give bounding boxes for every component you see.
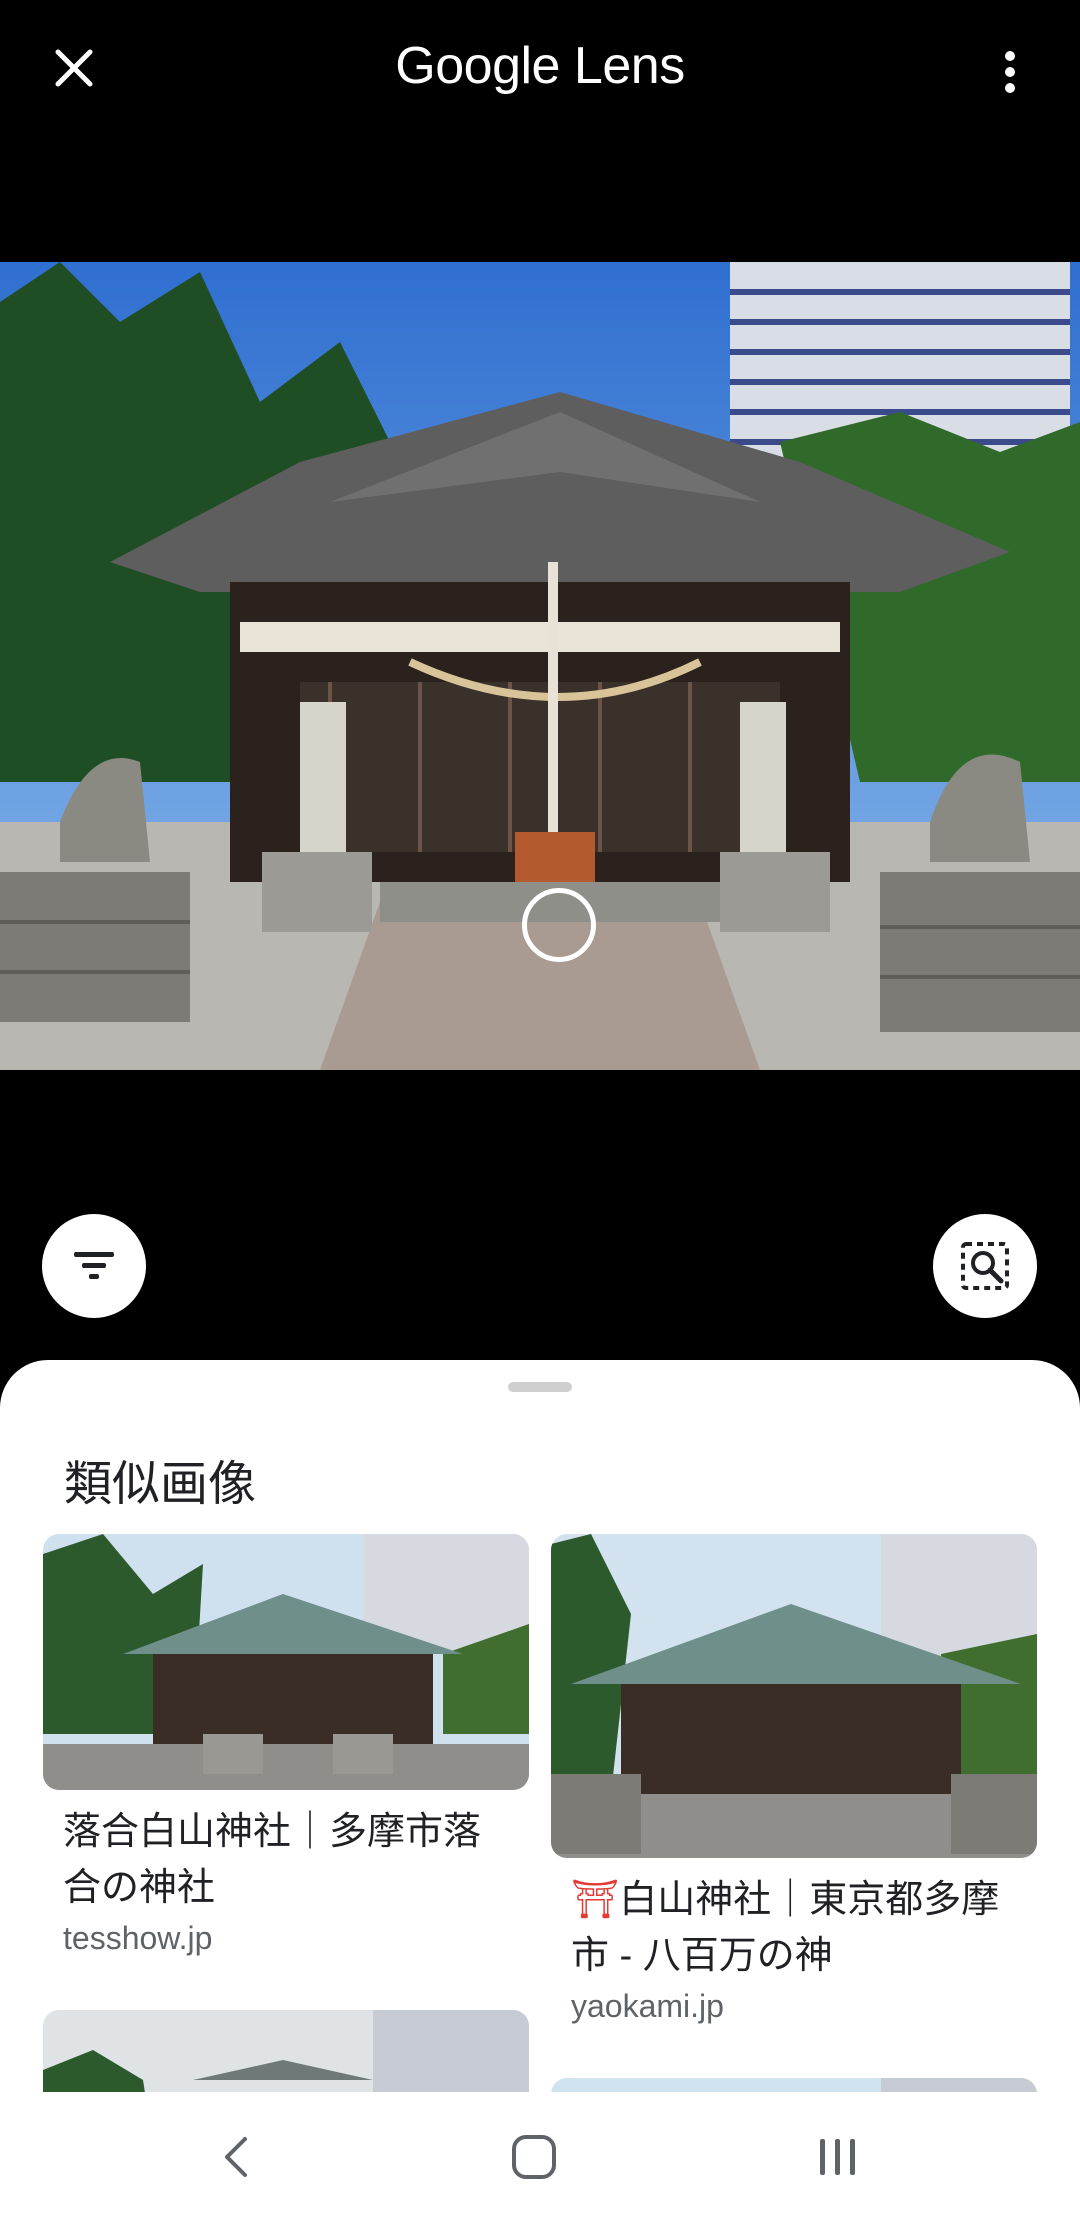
sheet-title: 類似画像 (64, 1458, 257, 1511)
result-card[interactable]: ⛩白山神社｜東京都多摩市 - 八百万の神 yaokami.jp (551, 1534, 1037, 2025)
top-bar: Google Lens (0, 0, 1080, 150)
result-source[interactable]: yaokami.jp (551, 1984, 1037, 2025)
result-thumbnail[interactable] (551, 2078, 1037, 2092)
result-image (551, 1534, 1037, 1858)
image-search-icon (961, 1242, 1009, 1290)
filter-button[interactable] (42, 1214, 146, 1318)
home-icon (512, 2135, 556, 2179)
more-vert-icon (1005, 51, 1015, 93)
recents-button[interactable] (798, 2122, 878, 2192)
result-source[interactable]: tesshow.jp (43, 1916, 529, 1957)
result-thumbnail[interactable] (551, 1534, 1037, 1858)
result-image (43, 1534, 529, 1790)
home-button[interactable] (494, 2122, 574, 2192)
title-product: Lens (559, 37, 685, 95)
search-image[interactable] (0, 262, 1080, 1070)
result-thumbnail[interactable] (43, 1534, 529, 1790)
torii-icon: ⛩ (571, 1879, 620, 1921)
system-navigation-bar (0, 2092, 1080, 2220)
app-title: Google Lens (0, 36, 1080, 96)
title-brand: Google (395, 37, 560, 95)
back-button[interactable] (196, 2122, 276, 2192)
recents-icon (820, 2139, 855, 2175)
filter-icon (74, 1252, 114, 1279)
result-thumbnail[interactable] (43, 2010, 529, 2092)
sheet-drag-handle[interactable] (508, 1382, 572, 1392)
result-image (43, 2010, 529, 2092)
focus-target-ring[interactable] (522, 888, 596, 962)
result-image (551, 2078, 1037, 2092)
result-title-text: 白山神社｜東京都多摩市 - 八百万の神 (571, 1879, 1000, 1977)
back-icon (225, 2137, 247, 2177)
result-card[interactable] (551, 2078, 1037, 2092)
result-card[interactable]: 落合白山神社｜多摩市落合の神社 tesshow.jp (43, 1534, 529, 1957)
more-options-button[interactable] (978, 36, 1042, 108)
image-search-button[interactable] (933, 1214, 1037, 1318)
result-title[interactable]: ⛩白山神社｜東京都多摩市 - 八百万の神 (551, 1858, 1037, 1984)
results-sheet[interactable]: 類似画像 落合白山神社｜多摩市落合の神社 tesshow.jp ⛩白山神社｜東京… (0, 1360, 1080, 2092)
result-title[interactable]: 落合白山神社｜多摩市落合の神社 (43, 1790, 529, 1916)
result-card[interactable] (43, 2010, 529, 2092)
